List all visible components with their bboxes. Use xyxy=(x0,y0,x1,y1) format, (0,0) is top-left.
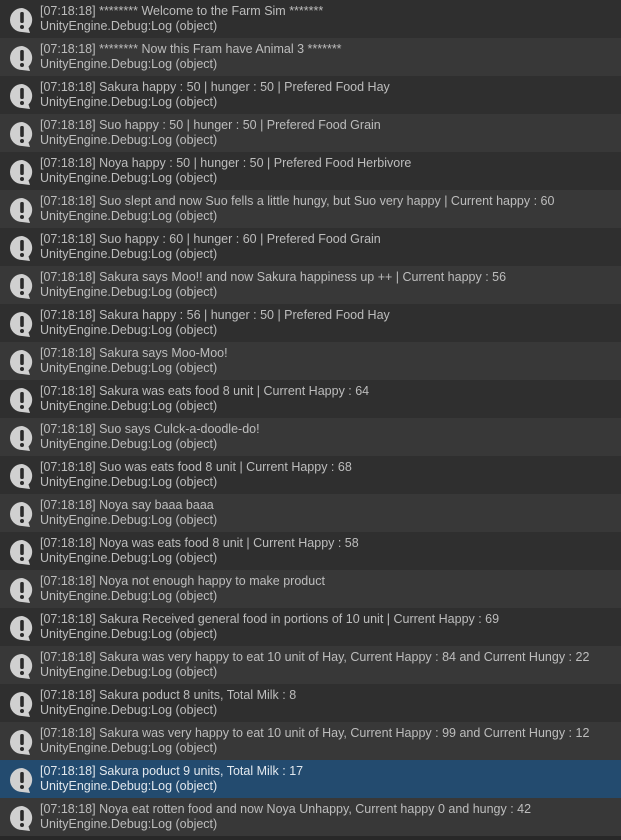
log-entry[interactable]: [07:18:18] Sakura poduct 8 units, Total … xyxy=(0,684,621,722)
log-entry[interactable]: [07:18:18] Sakura was very happy to eat … xyxy=(0,722,621,760)
log-source: UnityEngine.Debug:Log (object) xyxy=(40,475,218,489)
log-message: [07:18:18] Noya was eats food 8 unit | C… xyxy=(40,536,359,550)
log-message: [07:18:18] Noya say baaa baaa xyxy=(40,498,214,512)
warning-icon xyxy=(10,426,33,451)
log-entry[interactable]: [07:18:18] Noya was eats food 8 unit | C… xyxy=(0,532,621,570)
log-message: [07:18:18] ******** Now this Fram have A… xyxy=(40,42,342,56)
log-entry[interactable]: [07:18:18] Noya say baaa baaa UnityEngin… xyxy=(0,494,621,532)
warning-icon xyxy=(10,274,33,299)
log-message: [07:18:18] Sakura was eats food 8 unit |… xyxy=(40,384,370,398)
log-source: UnityEngine.Debug:Log (object) xyxy=(40,437,218,451)
log-entry[interactable]: [07:18:18] Sakura says Moo!! and now Sak… xyxy=(0,266,621,304)
log-entry[interactable]: [07:18:18] Sakura was very happy to eat … xyxy=(0,646,621,684)
warning-icon xyxy=(10,616,33,641)
log-source: UnityEngine.Debug:Log (object) xyxy=(40,247,218,261)
log-message: [07:18:18] Noya eat rotten food and now … xyxy=(40,802,532,816)
warning-icon xyxy=(10,8,33,33)
log-entry[interactable]: [07:18:18] Sakura was eats food 8 unit |… xyxy=(0,380,621,418)
log-entry[interactable]: [07:18:18] Noya happy : 50 | hunger : 50… xyxy=(0,152,621,190)
log-source: UnityEngine.Debug:Log (object) xyxy=(40,741,218,755)
log-entry[interactable]: [07:18:18] Noya not enough happy to make… xyxy=(0,570,621,608)
log-source: UnityEngine.Debug:Log (object) xyxy=(40,361,218,375)
log-message: [07:18:18] Sakura Received general food … xyxy=(40,612,500,626)
log-message: [07:18:18] Sakura says Moo-Moo! xyxy=(40,346,228,360)
log-message: [07:18:18] Noya happy : 50 | hunger : 50… xyxy=(40,156,412,170)
warning-icon xyxy=(10,692,33,717)
log-entry[interactable]: [07:18:18] Sakura happy : 56 | hunger : … xyxy=(0,304,621,342)
log-source: UnityEngine.Debug:Log (object) xyxy=(40,665,218,679)
log-message: [07:18:18] Noya not enough happy to make… xyxy=(40,574,325,588)
warning-icon xyxy=(10,122,33,147)
log-entry[interactable]: [07:18:18] Suo slept and now Suo fells a… xyxy=(0,190,621,228)
log-entry[interactable]: [07:18:18] Suo was eats food 8 unit | Cu… xyxy=(0,456,621,494)
log-source: UnityEngine.Debug:Log (object) xyxy=(40,779,218,793)
log-source: UnityEngine.Debug:Log (object) xyxy=(40,551,218,565)
log-source: UnityEngine.Debug:Log (object) xyxy=(40,627,218,641)
warning-icon xyxy=(10,46,33,71)
log-message: [07:18:18] Sakura was very happy to eat … xyxy=(40,650,590,664)
warning-icon xyxy=(10,198,33,223)
log-message: [07:18:18] Suo was eats food 8 unit | Cu… xyxy=(40,460,352,474)
warning-icon xyxy=(10,578,33,603)
log-source: UnityEngine.Debug:Log (object) xyxy=(40,209,218,223)
log-entry[interactable]: [07:18:18] Sakura happy : 50 | hunger : … xyxy=(0,76,621,114)
log-message: [07:18:18] Suo says Culck-a-doodle-do! xyxy=(40,422,260,436)
log-source: UnityEngine.Debug:Log (object) xyxy=(40,133,218,147)
log-source: UnityEngine.Debug:Log (object) xyxy=(40,19,218,33)
log-message: [07:18:18] Suo slept and now Suo fells a… xyxy=(40,194,555,208)
log-source: UnityEngine.Debug:Log (object) xyxy=(40,171,218,185)
warning-icon xyxy=(10,768,33,793)
log-source: UnityEngine.Debug:Log (object) xyxy=(40,399,218,413)
warning-icon xyxy=(10,730,33,755)
warning-icon xyxy=(10,540,33,565)
log-message: [07:18:18] Sakura poduct 9 units, Total … xyxy=(40,764,304,778)
warning-icon xyxy=(10,464,33,489)
warning-icon xyxy=(10,388,33,413)
log-message: [07:18:18] Sakura was very happy to eat … xyxy=(40,726,590,740)
warning-icon xyxy=(10,312,33,337)
log-message: [07:18:18] Sakura happy : 50 | hunger : … xyxy=(40,80,390,94)
warning-icon xyxy=(10,84,33,109)
log-source: UnityEngine.Debug:Log (object) xyxy=(40,57,218,71)
log-message: [07:18:18] Suo happy : 60 | hunger : 60 … xyxy=(40,232,381,246)
console-log-list: [07:18:18] ******** Welcome to the Farm … xyxy=(0,0,621,836)
log-message: [07:18:18] Sakura happy : 56 | hunger : … xyxy=(40,308,390,322)
log-source: UnityEngine.Debug:Log (object) xyxy=(40,513,218,527)
warning-icon xyxy=(10,806,33,831)
warning-icon xyxy=(10,160,33,185)
log-entry[interactable]: [07:18:18] Suo happy : 50 | hunger : 50 … xyxy=(0,114,621,152)
log-message: [07:18:18] Sakura poduct 8 units, Total … xyxy=(40,688,297,702)
log-entry[interactable]: [07:18:18] Suo happy : 60 | hunger : 60 … xyxy=(0,228,621,266)
log-source: UnityEngine.Debug:Log (object) xyxy=(40,95,218,109)
log-source: UnityEngine.Debug:Log (object) xyxy=(40,323,218,337)
warning-icon xyxy=(10,654,33,679)
log-entry[interactable]: [07:18:18] Suo says Culck-a-doodle-do! U… xyxy=(0,418,621,456)
log-entry[interactable]: [07:18:18] ******** Now this Fram have A… xyxy=(0,38,621,76)
log-message: [07:18:18] ******** Welcome to the Farm … xyxy=(40,4,324,18)
log-message: [07:18:18] Suo happy : 50 | hunger : 50 … xyxy=(40,118,381,132)
log-source: UnityEngine.Debug:Log (object) xyxy=(40,703,218,717)
warning-icon xyxy=(10,350,33,375)
log-source: UnityEngine.Debug:Log (object) xyxy=(40,285,218,299)
log-entry[interactable]: [07:18:18] Sakura poduct 9 units, Total … xyxy=(0,760,621,798)
log-entry[interactable]: [07:18:18] Sakura Received general food … xyxy=(0,608,621,646)
log-source: UnityEngine.Debug:Log (object) xyxy=(40,817,218,831)
log-entry[interactable]: [07:18:18] Sakura says Moo-Moo! UnityEng… xyxy=(0,342,621,380)
log-message: [07:18:18] Sakura says Moo!! and now Sak… xyxy=(40,270,507,284)
warning-icon xyxy=(10,236,33,261)
log-entry[interactable]: [07:18:18] Noya eat rotten food and now … xyxy=(0,798,621,836)
log-entry[interactable]: [07:18:18] ******** Welcome to the Farm … xyxy=(0,0,621,38)
warning-icon xyxy=(10,502,33,527)
log-source: UnityEngine.Debug:Log (object) xyxy=(40,589,218,603)
